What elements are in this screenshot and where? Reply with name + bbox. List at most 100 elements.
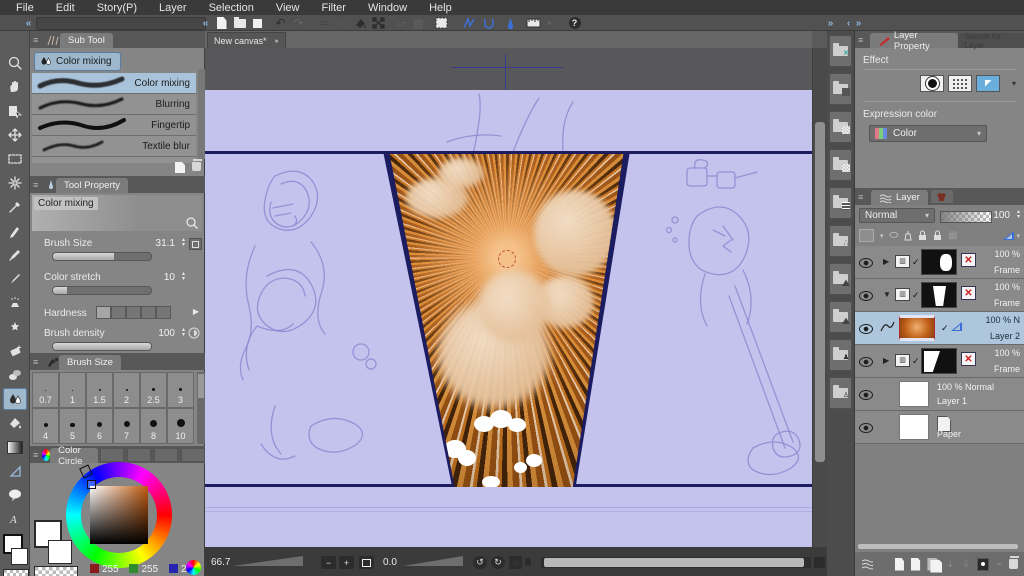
zoom-out-button[interactable]: − [321, 556, 336, 569]
brush-size-cell[interactable]: 2 [113, 372, 140, 408]
move-tool-icon[interactable] [3, 124, 27, 146]
visibility-icon[interactable] [859, 390, 873, 400]
layer-thumbnail[interactable] [921, 249, 957, 275]
color-set-tab-icon[interactable] [127, 448, 151, 462]
material-folder-tone-icon[interactable] [829, 111, 852, 143]
delete-subtool-icon[interactable] [192, 162, 201, 171]
save-icon[interactable] [249, 16, 266, 30]
open-file-icon[interactable] [231, 16, 248, 30]
lock-alpha-icon[interactable] [933, 230, 942, 241]
color-circle-tab[interactable]: Color Circle [50, 448, 98, 463]
hue-marker[interactable] [87, 480, 96, 489]
subtool-group-button[interactable]: Color mixing [34, 52, 121, 71]
brush-size-cell[interactable]: 1 [59, 372, 86, 408]
color-mixing-tool-icon[interactable] [3, 388, 27, 410]
background-color-swatch[interactable] [11, 548, 28, 565]
material-folder-image3-icon[interactable] [829, 301, 852, 333]
layer-color-effect-icon[interactable] [976, 75, 1000, 92]
effect-dropdown-icon[interactable]: ▾ [1012, 79, 1016, 88]
check-icon[interactable]: ✓ [912, 356, 920, 367]
zoom-tool-icon[interactable] [3, 52, 27, 74]
color-slider-tab-icon[interactable] [100, 448, 124, 462]
zoom-slider[interactable] [233, 556, 303, 566]
material-folder-pose-icon[interactable]: ♟ [829, 339, 852, 371]
menu-help[interactable]: Help [419, 2, 462, 14]
tab-close-icon[interactable]: ● [275, 38, 279, 45]
layer-thumbnail[interactable] [899, 315, 935, 341]
gradient-tool-icon[interactable] [3, 436, 27, 458]
menu-story[interactable]: Story(P) [87, 2, 147, 14]
visibility-icon[interactable] [859, 324, 873, 334]
scatter-select-icon[interactable]: ∴∴ [315, 16, 332, 30]
brush-size-stepper[interactable]: ▴▾ [182, 238, 185, 248]
density-pressure-icon[interactable] [188, 327, 201, 340]
brush-size-scrollbar[interactable] [197, 372, 205, 444]
subtool-item-color-mixing[interactable]: Color mixing [32, 73, 196, 94]
menu-layer[interactable]: Layer [149, 2, 197, 14]
layer-row-paper[interactable]: Paper [855, 411, 1024, 444]
layer-thumbnail[interactable] [899, 414, 929, 440]
brush-size-cell[interactable]: 7 [113, 408, 140, 444]
brush-size-cell[interactable]: 5 [59, 408, 86, 444]
layer-property-tab[interactable]: Layer Property [870, 33, 958, 48]
check-icon[interactable]: ✓ [941, 323, 949, 334]
new-layer-alt-icon[interactable] [911, 558, 920, 571]
panel-menu-icon[interactable]: ≡ [33, 450, 39, 460]
material-folder-layout-icon[interactable] [829, 187, 852, 219]
decoration-tool-icon[interactable] [3, 316, 27, 338]
rotate-cw-button[interactable]: ↻ [491, 556, 505, 569]
menu-filter[interactable]: Filter [312, 2, 356, 14]
brush-size-cell[interactable]: 3 [167, 372, 194, 408]
ruler-range-icon[interactable] [1003, 231, 1014, 240]
fill-tool-icon[interactable] [3, 412, 27, 434]
brush-size-cell[interactable]: 10 [167, 408, 194, 444]
fill-select-icon[interactable] [352, 16, 369, 30]
flip-button[interactable] [525, 558, 531, 566]
eyedropper-tool-icon[interactable] [3, 196, 27, 218]
color-stretch-slider[interactable] [52, 286, 152, 295]
clipping-icon[interactable]: ⬭ [890, 230, 899, 241]
opacity-value[interactable]: 100 [993, 210, 1010, 221]
panel-menu-icon[interactable]: ≡ [858, 192, 868, 202]
canvas[interactable] [205, 90, 812, 547]
layer-row-frame-1[interactable]: ▶ ▥ ✓ ✕ 100 % Frame [855, 246, 1024, 279]
lock-icon[interactable] [918, 230, 927, 241]
check-icon[interactable]: ✓ [912, 290, 920, 301]
transform-icon[interactable] [370, 16, 387, 30]
text-tool-icon[interactable]: A [3, 508, 27, 530]
layer-palette-2-tab[interactable] [931, 190, 953, 203]
arc-tool-icon[interactable] [480, 16, 497, 30]
brush-size-option-button[interactable] [189, 238, 202, 250]
expand-right-icon[interactable]: » [822, 16, 839, 30]
magnifier-icon[interactable] [185, 216, 199, 230]
layer-thumbnail[interactable] [921, 348, 957, 374]
new-folder-icon[interactable] [927, 558, 939, 571]
reset-rotation-button[interactable]: ◌ [509, 556, 522, 569]
visibility-icon[interactable] [859, 357, 873, 367]
collapse-left-icon[interactable]: « [20, 16, 37, 30]
brush-size-value[interactable]: 31.1 [156, 238, 175, 249]
new-layer-icon[interactable] [895, 558, 904, 571]
balloon-tool-icon[interactable] [3, 484, 27, 506]
search-layer-tab[interactable]: Search for Layer [958, 33, 1024, 48]
blend-mode-dropdown[interactable]: Normal ▾ [859, 208, 935, 223]
visibility-icon[interactable] [859, 423, 873, 433]
layer-row-frame-2[interactable]: ▼ ▥ ✓ ✕ 100 % Frame [855, 279, 1024, 312]
eraser-tool-icon[interactable] [3, 340, 27, 362]
canvas-vscrollbar[interactable] [812, 48, 827, 547]
brush-size-slider[interactable] [52, 252, 152, 261]
material-folder-color-pattern-icon[interactable]: ✕ [829, 35, 852, 67]
chevron-right-icon[interactable]: » [850, 16, 867, 30]
transparent-swatch[interactable] [34, 566, 78, 576]
sub-color-swatch[interactable] [48, 540, 72, 564]
selection-border-icon[interactable] [433, 16, 450, 30]
canvas-hscroll-thumb[interactable] [544, 558, 804, 567]
marquee-tool-icon[interactable] [3, 148, 27, 170]
visibility-icon[interactable] [859, 291, 873, 301]
panel-menu-icon[interactable]: ≡ [33, 357, 43, 367]
new-subtool-icon[interactable] [175, 162, 185, 173]
opacity-slider[interactable] [940, 211, 992, 223]
material-folder-image-icon[interactable] [829, 73, 852, 105]
canvas-vscroll-thumb[interactable] [815, 122, 825, 462]
visibility-icon[interactable] [859, 258, 873, 268]
